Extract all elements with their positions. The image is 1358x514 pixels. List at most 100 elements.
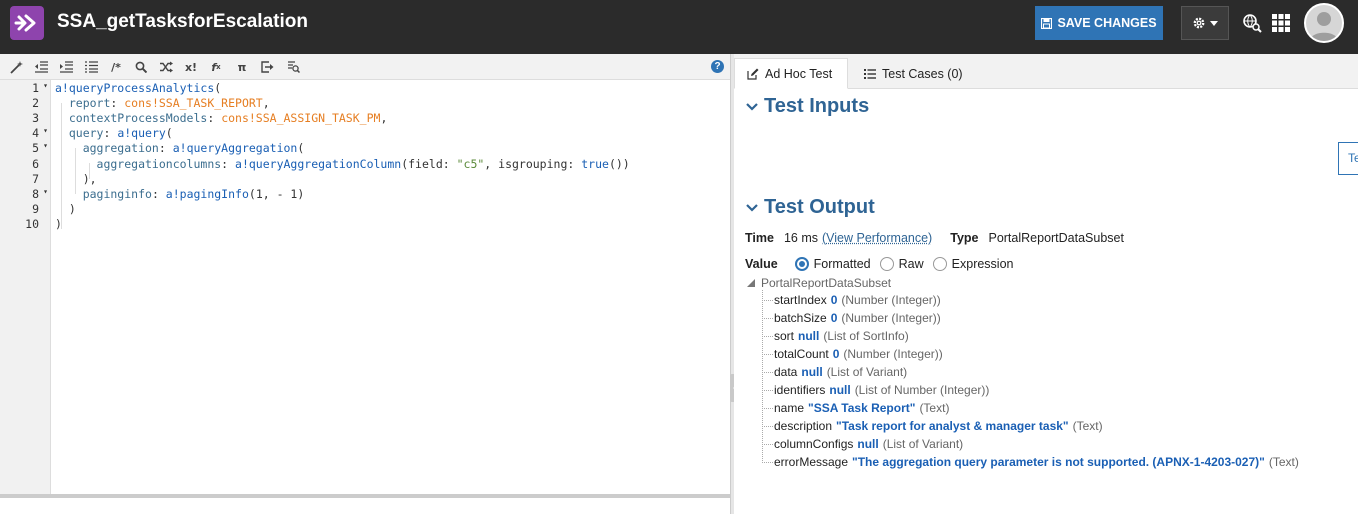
execution-meta: Time 16 ms (View Performance) Type Porta… [745, 231, 1124, 245]
field-type: (Number (Integer)) [841, 311, 940, 325]
field-type: (Text) [1073, 419, 1103, 433]
fold-toggle-icon[interactable]: ▾ [43, 81, 48, 90]
fold-toggle-icon[interactable]: ▾ [43, 141, 48, 150]
test-button[interactable]: Te [1338, 142, 1358, 175]
time-value: 16 ms [784, 231, 818, 245]
field-type: (Text) [1269, 455, 1299, 469]
tree-branch-line [762, 408, 773, 409]
code-token: aggregation [55, 141, 159, 155]
field-name: data [774, 365, 797, 379]
line-number: 8 ▾ [0, 187, 51, 202]
code-line[interactable]: aggregationcolumns: a!queryAggregationCo… [55, 157, 630, 172]
fold-toggle-icon[interactable]: ▾ [43, 126, 48, 135]
test-panel: Ad Hoc Test Test Cases (0) Test Inputs T… [734, 54, 1358, 514]
code-token: : [103, 126, 117, 140]
line-number-text: 2 [32, 96, 39, 110]
expression-editor: /* x! fx π ? 1 ▾ 2 3 4 ▾ 5 ▾ 6 7 8 ▾ 9 10 a!queryProc… [0, 54, 730, 514]
line-number-text: 7 [32, 172, 39, 186]
tree-field-row: totalCount 0 (Number (Integer)) [762, 345, 943, 363]
field-value: null [829, 383, 850, 397]
export-icon[interactable] [259, 59, 275, 75]
constant-icon[interactable]: π [234, 59, 250, 75]
code-line[interactable]: report: cons!SSA_TASK_REPORT, [55, 96, 270, 111]
line-number: 4 ▾ [0, 126, 51, 141]
user-avatar[interactable] [1304, 3, 1344, 43]
value-label: Value [745, 257, 778, 271]
code-token: cons!SSA_ASSIGN_TASK_PM [221, 111, 380, 125]
line-number-text: 9 [32, 202, 39, 216]
tree-field-row: data null (List of Variant) [762, 363, 907, 381]
field-type: (List of SortInfo) [823, 329, 908, 343]
code-token: a!pagingInfo [166, 187, 249, 201]
comment-icon[interactable]: /* [108, 59, 124, 75]
shuffle-icon[interactable] [158, 59, 174, 75]
line-number: 10 [0, 217, 51, 232]
save-changes-label: SAVE CHANGES [1057, 16, 1156, 30]
tab-ad-hoc-test-label: Ad Hoc Test [765, 67, 832, 81]
test-output-header[interactable]: Test Output [746, 196, 875, 219]
app-grid-icon[interactable] [1270, 12, 1292, 34]
field-name: errorMessage [774, 455, 848, 469]
type-value: PortalReportDataSubset [988, 231, 1124, 245]
tree-branch-line [762, 444, 773, 445]
code-token: ), [55, 172, 97, 186]
test-inputs-title: Test Inputs [764, 95, 869, 118]
tree-branch-line [762, 336, 773, 337]
test-inputs-header[interactable]: Test Inputs [746, 95, 869, 118]
line-number: 2 [0, 96, 51, 111]
radio-raw[interactable] [880, 257, 894, 271]
tree-branch-line [762, 390, 773, 391]
radio-dot [799, 261, 805, 267]
field-value: 0 [831, 293, 838, 307]
code-token: : [207, 111, 221, 125]
tab-ad-hoc-test[interactable]: Ad Hoc Test [734, 58, 848, 89]
list-format-icon[interactable] [83, 59, 99, 75]
code-token: ( [166, 126, 173, 140]
code-line[interactable]: aggregation: a!queryAggregation( [55, 141, 304, 156]
code-token: a!queryProcessAnalytics [55, 81, 214, 95]
search-icon[interactable] [133, 59, 149, 75]
radio-expression[interactable] [933, 257, 947, 271]
field-type: (Text) [919, 401, 949, 415]
code-token: cons!SSA_TASK_REPORT [124, 96, 262, 110]
code-line[interactable]: contextProcessModels: cons!SSA_ASSIGN_TA… [55, 111, 387, 126]
field-type: (List of Variant) [827, 365, 907, 379]
tab-test-cases[interactable]: Test Cases (0) [852, 58, 975, 89]
field-type: (List of Number (Integer)) [855, 383, 990, 397]
function-icon[interactable]: fx [208, 59, 224, 75]
save-changes-button[interactable]: SAVE CHANGES [1035, 6, 1163, 40]
line-number-text: 3 [32, 111, 39, 125]
magic-wand-icon[interactable] [8, 59, 24, 75]
code-line[interactable]: query: a!query( [55, 126, 173, 141]
code-area[interactable]: a!queryProcessAnalytics( report: cons!SS… [55, 80, 725, 494]
view-performance-link[interactable]: (View Performance) [822, 231, 932, 245]
indent-icon[interactable] [58, 59, 74, 75]
code-line[interactable]: ) [55, 202, 76, 217]
clear-rules-icon[interactable]: x! [183, 59, 199, 75]
settings-menu-button[interactable] [1181, 6, 1229, 40]
code-line[interactable]: a!queryProcessAnalytics( [55, 81, 221, 96]
tree-field-row: name "SSA Task Report" (Text) [762, 399, 949, 417]
code-token: (1, - 1) [249, 187, 304, 201]
code-line[interactable]: paginginfo: a!pagingInfo(1, - 1) [55, 187, 304, 202]
radio-formatted[interactable] [795, 257, 809, 271]
type-label: Type [950, 231, 978, 245]
field-name: batchSize [774, 311, 827, 325]
help-icon[interactable]: ? [711, 60, 724, 73]
fold-toggle-icon[interactable]: ▾ [43, 187, 48, 196]
search-document-icon[interactable] [285, 59, 301, 75]
code-token: a!queryAggregationColumn [235, 157, 401, 171]
line-number: 5 ▾ [0, 141, 51, 156]
code-line[interactable]: ), [55, 172, 97, 187]
list-icon [864, 69, 876, 79]
field-value: "The aggregation query parameter is not … [852, 455, 1265, 469]
code-token: : [110, 96, 124, 110]
global-search-icon[interactable] [1241, 12, 1263, 34]
tab-test-cases-label: Test Cases (0) [882, 67, 963, 81]
value-format-selector: Value Formatted Raw Expression [745, 257, 1014, 271]
outdent-icon[interactable] [33, 59, 49, 75]
result-tree-root[interactable]: PortalReportDataSubset [747, 276, 891, 290]
radio-formatted-label: Formatted [814, 257, 871, 271]
app-logo-icon[interactable] [10, 6, 44, 40]
code-line[interactable]: ) [55, 217, 62, 232]
